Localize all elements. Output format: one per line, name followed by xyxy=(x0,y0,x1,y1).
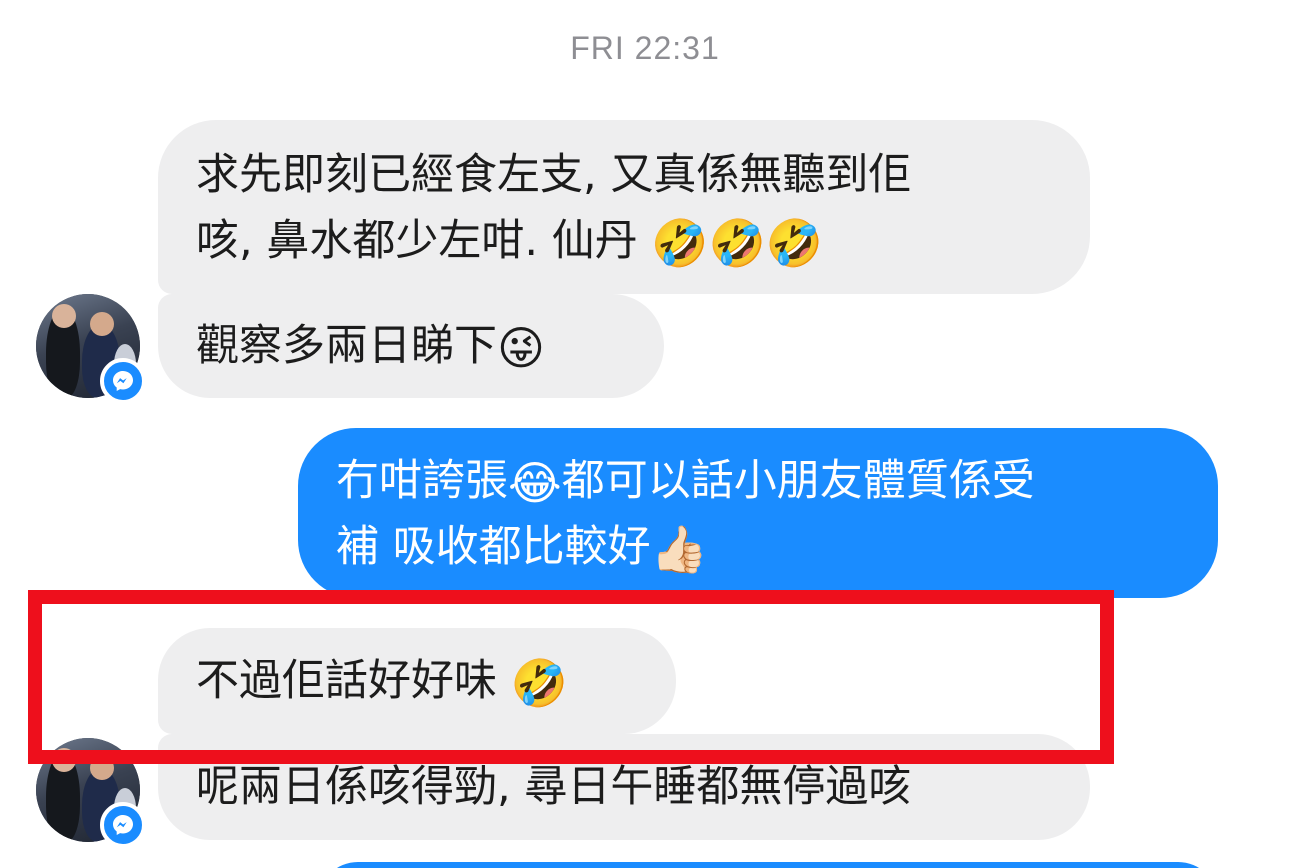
message-text: 補 吸收都比較好 xyxy=(336,522,651,572)
message-text: 咳, 鼻水都少左咁. 仙丹 xyxy=(196,216,638,266)
messenger-icon xyxy=(100,358,146,404)
rolling-laughing-emoji: 🤣 xyxy=(510,656,568,710)
rolling-laughing-emoji: 🤣 xyxy=(765,216,824,270)
message-line: 求先即刻已經食左支, 又真係無聽到佢 xyxy=(196,150,912,200)
thumbs-up-emoji: 👍🏻 xyxy=(650,522,708,576)
rolling-laughing-emoji: 🤣 xyxy=(708,216,766,270)
messenger-icon xyxy=(100,802,146,848)
message-text: 都可以話小朋友體質係受 xyxy=(561,456,1035,506)
message-text: 觀察多兩日睇下 xyxy=(196,321,497,371)
outgoing-message-bubble[interactable]: 冇咁誇張😂都可以話小朋友體質係受 補 吸收都比較好👍🏻 xyxy=(298,428,1218,598)
message-text: 冇咁誇張 xyxy=(336,456,508,506)
chat-screen: FRI 22:31 求先即刻已經食左支, 又真係無聽到佢 咳, 鼻水都少左咁. … xyxy=(0,0,1290,868)
message-text: 呢兩日係咳得勁, 尋日午睡都無停過咳 xyxy=(196,762,912,812)
incoming-message-bubble[interactable]: 求先即刻已經食左支, 又真係無聽到佢 咳, 鼻水都少左咁. 仙丹 🤣🤣🤣 xyxy=(158,120,1090,294)
message-line: 咳, 鼻水都少左咁. 仙丹 🤣🤣🤣 xyxy=(196,208,1052,274)
message-timestamp: FRI 22:31 xyxy=(570,30,720,66)
rolling-laughing-emoji: 🤣 xyxy=(651,216,709,270)
message-line: 冇咁誇張😂都可以話小朋友體質係受 xyxy=(336,448,1180,514)
incoming-message-bubble[interactable]: 觀察多兩日睇下😜 xyxy=(158,294,664,398)
winking-tongue-emoji: 😜 xyxy=(497,321,545,375)
tears-of-joy-emoji: 😂 xyxy=(508,456,562,510)
message-line: 補 吸收都比較好👍🏻 xyxy=(336,514,1180,580)
outgoing-message-bubble[interactable] xyxy=(318,862,1218,868)
incoming-message-bubble[interactable]: 呢兩日係咳得勁, 尋日午睡都無停過咳 xyxy=(158,734,1090,840)
incoming-message-bubble[interactable]: 不過佢話好好味 🤣 xyxy=(158,628,676,734)
message-text: 不過佢話好好味 xyxy=(196,656,497,706)
